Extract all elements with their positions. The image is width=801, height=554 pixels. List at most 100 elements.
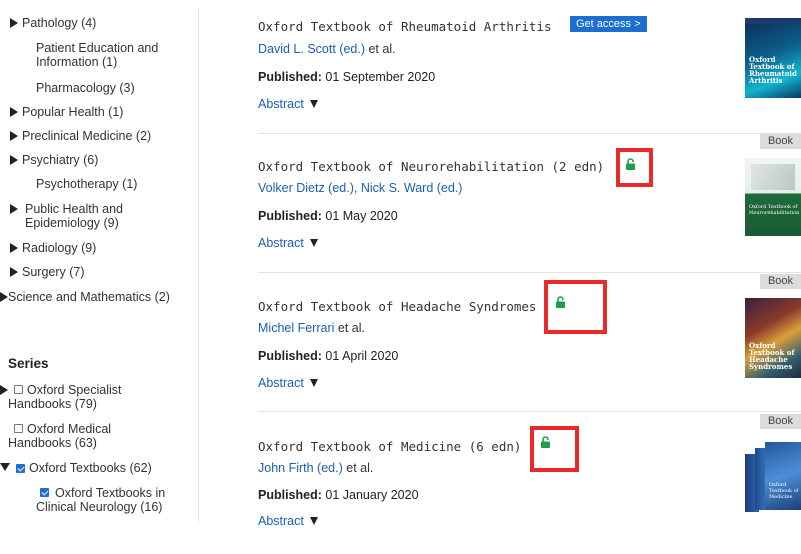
published-date: 01 September 2020	[325, 70, 436, 84]
author-link[interactable]: John Firth (ed.)	[258, 461, 343, 475]
published-label: Published:	[258, 349, 322, 363]
subject-radiology[interactable]: Radiology (9)	[10, 241, 96, 255]
series-label[interactable]: Oxford Medical Handbooks (63)	[8, 422, 158, 450]
result-published: Published: 01 September 2020	[258, 70, 435, 84]
book-badge: Book	[760, 134, 801, 149]
result-published: Published: 01 April 2020	[258, 349, 398, 363]
author-link[interactable]: Michel Ferrari	[258, 321, 334, 335]
et-al: et al.	[365, 42, 396, 56]
subject-preclinical-medicine[interactable]: Preclinical Medicine (2)	[10, 129, 151, 143]
subject-patient-education[interactable]: Patient Education and Information (1)	[36, 41, 186, 69]
subject-label[interactable]: Psychotherapy (1)	[36, 177, 137, 191]
result-item: Book Oxford Textbook of Headache Syndrom…	[258, 274, 801, 414]
triangle-right-icon[interactable]	[10, 18, 18, 28]
series-oxford-textbooks[interactable]: Oxford Textbooks (62)	[0, 461, 152, 475]
subject-label[interactable]: Patient Education and Information (1)	[36, 41, 158, 69]
cover-title: Oxford Textbook of Rheumatoid Arthritis	[749, 55, 797, 85]
result-authors: John Firth (ed.) et al.	[258, 461, 373, 475]
subject-surgery[interactable]: Surgery (7)	[10, 265, 85, 279]
triangle-right-icon[interactable]	[10, 155, 18, 165]
triangle-down-icon[interactable]	[309, 239, 318, 247]
series-label[interactable]: Oxford Textbooks in Clinical Neurology (…	[36, 486, 186, 514]
subject-pathology[interactable]: Pathology (4)	[10, 16, 96, 30]
abstract-toggle[interactable]: Abstract	[258, 376, 318, 390]
abstract-toggle[interactable]: Abstract	[258, 514, 318, 528]
published-date: 01 May 2020	[325, 209, 398, 223]
get-access-button[interactable]: Get access >	[570, 16, 647, 32]
triangle-down-icon[interactable]	[309, 379, 318, 387]
triangle-right-icon[interactable]	[10, 107, 18, 117]
cover-title: Oxford Textbook of Medicine	[769, 482, 799, 500]
subject-label[interactable]: Public Health and Epidemiology (9)	[25, 202, 165, 230]
abstract-label[interactable]: Abstract	[258, 97, 304, 111]
result-divider	[258, 411, 801, 412]
series-heading: Series	[8, 356, 49, 371]
book-badge: Book	[760, 414, 801, 429]
triangle-down-icon[interactable]	[309, 100, 318, 108]
subject-label[interactable]: Preclinical Medicine (2)	[22, 129, 151, 143]
result-item: Book Oxford Textbook of Medicine (6 edn)…	[258, 414, 801, 554]
cover-illustration	[751, 164, 795, 190]
author-link[interactable]: Volker Dietz (ed.), Nick S. Ward (ed.)	[258, 181, 462, 195]
published-label: Published:	[258, 70, 322, 84]
highlight-box	[530, 426, 579, 472]
highlight-box	[616, 148, 653, 187]
subject-psychiatry[interactable]: Psychiatry (6)	[10, 153, 98, 167]
triangle-right-icon[interactable]	[10, 267, 18, 277]
result-title[interactable]: Oxford Textbook of Medicine (6 edn)	[258, 439, 521, 454]
result-item: Book Oxford Textbook of Neurorehabilitat…	[258, 134, 801, 274]
triangle-right-icon[interactable]	[0, 292, 8, 302]
result-title[interactable]: Oxford Textbook of Headache Syndromes	[258, 299, 536, 314]
sidebar-divider	[198, 8, 199, 522]
abstract-label[interactable]: Abstract	[258, 376, 304, 390]
triangle-right-icon[interactable]	[10, 243, 18, 253]
triangle-right-icon[interactable]	[0, 385, 8, 395]
book-cover-image[interactable]: Oxford Textbook of Neurorehabilitation	[745, 158, 801, 236]
published-date: 01 January 2020	[325, 488, 419, 502]
result-title[interactable]: Oxford Textbook of Neurorehabilitation (…	[258, 159, 604, 174]
triangle-down-icon[interactable]	[0, 463, 10, 471]
published-label: Published:	[258, 488, 322, 502]
et-al: et al.	[342, 461, 374, 475]
cover-band	[745, 18, 801, 24]
subject-label[interactable]: Surgery (7)	[22, 265, 85, 279]
result-published: Published: 01 January 2020	[258, 488, 419, 502]
subject-label[interactable]: Pathology (4)	[22, 16, 96, 30]
series-label[interactable]: Oxford Textbooks (62)	[29, 461, 152, 475]
abstract-label[interactable]: Abstract	[258, 514, 304, 528]
result-item: Oxford Textbook of Rheumatoid Arthritis …	[258, 8, 801, 148]
subject-label[interactable]: Psychiatry (6)	[22, 153, 98, 167]
checkbox-checked[interactable]	[16, 464, 25, 473]
author-link[interactable]: David L. Scott (ed.)	[258, 42, 365, 56]
subject-label[interactable]: Pharmacology (3)	[36, 81, 135, 95]
abstract-toggle[interactable]: Abstract	[258, 236, 318, 250]
filter-sidebar: Pathology (4) Patient Education and Info…	[0, 0, 198, 522]
result-authors: Michel Ferrari et al.	[258, 321, 365, 335]
subject-label[interactable]: Popular Health (1)	[22, 105, 123, 119]
book-cover-image[interactable]: Oxford Textbook of Rheumatoid Arthritis	[745, 18, 801, 98]
result-title[interactable]: Oxford Textbook of Rheumatoid Arthritis	[258, 19, 552, 34]
triangle-down-icon[interactable]	[309, 517, 318, 525]
subject-label[interactable]: Science and Mathematics (2)	[8, 290, 183, 304]
result-divider	[258, 272, 801, 273]
abstract-label[interactable]: Abstract	[258, 236, 304, 250]
subject-psychotherapy[interactable]: Psychotherapy (1)	[36, 177, 137, 191]
series-label[interactable]: Oxford Specialist Handbooks (79)	[8, 383, 158, 411]
et-al: et al.	[334, 321, 365, 335]
subject-popular-health[interactable]: Popular Health (1)	[10, 105, 123, 119]
published-label: Published:	[258, 209, 322, 223]
result-authors: David L. Scott (ed.) et al.	[258, 42, 396, 56]
book-cover-image[interactable]: Oxford Textbook of Headache Syndromes	[745, 298, 801, 378]
book-badge: Book	[760, 274, 801, 289]
triangle-right-icon[interactable]	[10, 131, 18, 141]
triangle-right-icon[interactable]	[10, 204, 18, 214]
cover-title: Oxford Textbook of Headache Syndromes	[749, 341, 795, 371]
highlight-box	[544, 280, 607, 334]
abstract-toggle[interactable]: Abstract	[258, 97, 318, 111]
published-date: 01 April 2020	[325, 349, 399, 363]
book-cover-image[interactable]: Oxford Textbook of Medicine	[745, 440, 801, 522]
result-published: Published: 01 May 2020	[258, 209, 398, 223]
subject-pharmacology[interactable]: Pharmacology (3)	[36, 81, 135, 95]
subject-label[interactable]: Radiology (9)	[22, 241, 96, 255]
cover-title: Oxford Textbook of Neurorehabilitation	[749, 204, 800, 216]
